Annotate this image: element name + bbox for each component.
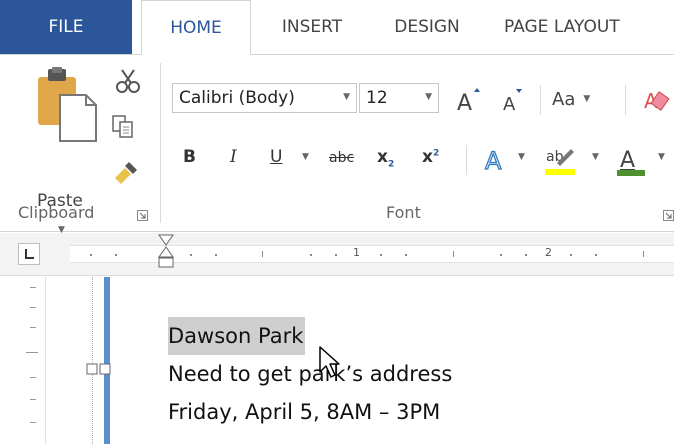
cut-button[interactable]: [112, 65, 144, 97]
ruler-mark: [190, 254, 192, 256]
ruler-mark: [262, 251, 263, 257]
indent-markers-icon[interactable]: [157, 233, 175, 276]
separator: [625, 85, 626, 115]
change-case-button[interactable]: Aa ▼: [552, 83, 612, 115]
separator: [540, 85, 541, 115]
ribbon-tab-bar: FILE HOME INSERT DESIGN PAGE LAYOUT: [0, 0, 674, 55]
highlight-icon: ab: [545, 149, 575, 175]
format-painter-button[interactable]: [110, 155, 144, 189]
paste-icon: [38, 67, 97, 142]
margin-bar: [104, 277, 110, 444]
italic-button[interactable]: I: [230, 147, 237, 167]
chevron-down-icon[interactable]: ▼: [425, 92, 432, 102]
bold-button[interactable]: B: [183, 147, 196, 167]
document-line[interactable]: Friday, April 5, 8AM – 3PM: [168, 393, 452, 431]
font-color-icon: A: [617, 148, 645, 176]
ruler-mark: [525, 254, 527, 256]
ruler-mark: [90, 254, 92, 256]
document-line[interactable]: Need to get park’s address: [168, 355, 452, 393]
tab-design[interactable]: DESIGN: [372, 0, 482, 54]
chevron-down-icon[interactable]: ▼: [343, 92, 350, 102]
ruler-number: 1: [353, 246, 360, 259]
highlight-button[interactable]: ab: [543, 143, 577, 177]
ruler-mark: [643, 251, 644, 257]
column-handle-icon[interactable]: [86, 363, 116, 375]
tab-home[interactable]: HOME: [141, 0, 251, 55]
text-boundary-guide: [92, 277, 93, 444]
paste-button[interactable]: [30, 65, 100, 203]
vertical-ruler: [16, 277, 46, 444]
font-group-label: Font: [386, 203, 421, 222]
font-dialog-launcher-icon[interactable]: [663, 210, 674, 221]
ruler-mark: [335, 254, 337, 256]
copy-button[interactable]: [107, 111, 139, 143]
ruler-mark: [405, 254, 407, 256]
ruler-number: 2: [545, 246, 552, 259]
grow-font-icon: A: [457, 88, 480, 114]
chevron-down-icon[interactable]: ▼: [302, 152, 309, 162]
subscript-label: x: [377, 147, 388, 167]
font-name-combo[interactable]: Calibri (Body) ▼: [172, 83, 357, 113]
shrink-font-button[interactable]: A: [497, 83, 527, 115]
svg-text:A: A: [503, 94, 516, 114]
underline-button[interactable]: U: [270, 147, 282, 167]
ruler-mark: [30, 422, 36, 423]
ruler-mark: [215, 254, 217, 256]
document-line[interactable]: Dawson Park: [168, 317, 452, 355]
selected-text[interactable]: Dawson Park: [168, 317, 306, 355]
clipboard-dialog-launcher-icon[interactable]: [137, 210, 148, 221]
text-effects-icon: A: [484, 146, 502, 175]
superscript-button[interactable]: x2: [422, 147, 439, 167]
svg-text:A: A: [457, 91, 472, 114]
chevron-down-icon[interactable]: ▼: [658, 152, 665, 162]
shrink-font-icon: A: [503, 89, 522, 114]
clear-formatting-icon: A: [644, 89, 670, 113]
ruler-mark: [380, 254, 382, 256]
clear-formatting-button[interactable]: A: [640, 83, 674, 115]
svg-text:A: A: [485, 147, 502, 175]
ruler-mark: [30, 399, 36, 400]
chevron-down-icon[interactable]: ▼: [518, 152, 525, 162]
copy-icon: [112, 115, 133, 138]
group-separator: [160, 63, 161, 223]
left-tab-icon: [25, 249, 34, 259]
ruler-mark: [30, 377, 36, 378]
tab-insert[interactable]: INSERT: [258, 0, 366, 54]
ruler-mark: [30, 287, 36, 288]
ruler-mark: [30, 307, 36, 308]
font-name-value: Calibri (Body): [179, 88, 295, 108]
ruler-mark: [595, 254, 597, 256]
font-color-button[interactable]: A: [614, 143, 648, 177]
strikethrough-button[interactable]: abc: [329, 150, 354, 166]
text-effects-button[interactable]: A: [482, 143, 512, 177]
ruler-mark: [570, 254, 572, 256]
format-painter-icon: [115, 162, 137, 184]
ruler-mark: [115, 254, 117, 256]
chevron-down-icon: ▼: [583, 94, 591, 104]
ruler-mark: [500, 254, 502, 256]
subscript-button[interactable]: x2: [377, 147, 394, 169]
font-size-combo[interactable]: 12 ▼: [359, 83, 439, 113]
ruler-mark: [30, 327, 36, 328]
ruler-mark: [26, 352, 38, 353]
tab-file[interactable]: FILE: [0, 0, 132, 54]
change-case-label: Aa: [552, 88, 576, 110]
tab-page-layout[interactable]: PAGE LAYOUT: [504, 0, 674, 54]
horizontal-ruler: 1 2: [0, 233, 674, 276]
ribbon-home: Paste ▼ Clipboard Calibri (Body) ▼ 12 ▼ …: [0, 54, 674, 235]
mouse-pointer-icon: [319, 346, 340, 378]
chevron-down-icon[interactable]: ▼: [592, 152, 599, 162]
svg-text:A: A: [620, 148, 635, 173]
grow-font-button[interactable]: A: [452, 83, 484, 115]
document-body[interactable]: Dawson Park Need to get park’s address F…: [168, 317, 452, 431]
cut-icon: [116, 69, 140, 93]
font-size-value: 12: [366, 88, 388, 108]
separator: [466, 145, 467, 175]
superscript-label: x: [422, 147, 433, 167]
tab-stop-selector[interactable]: [18, 243, 40, 265]
clipboard-group-label: Clipboard: [18, 203, 95, 222]
ruler-mark: [310, 254, 312, 256]
ruler-mark: [453, 251, 454, 257]
